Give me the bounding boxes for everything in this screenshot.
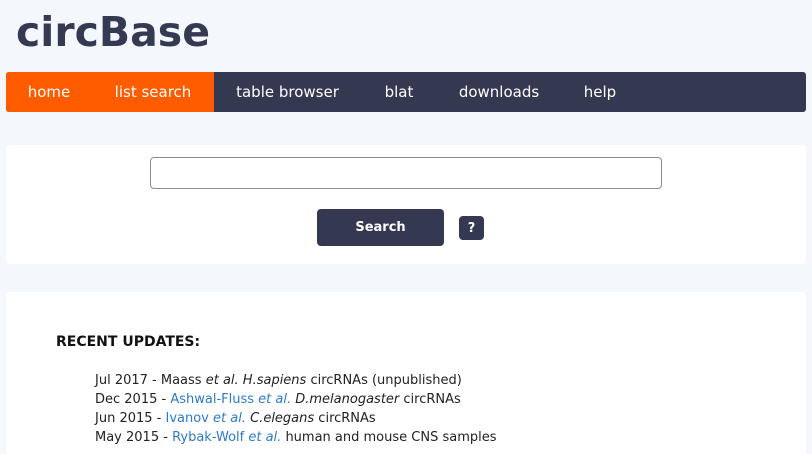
main-navbar: home list search table browser blat down… bbox=[6, 72, 806, 112]
update-etal: et al. bbox=[201, 373, 239, 388]
update-date: Dec 2015 bbox=[95, 392, 158, 407]
update-etal: et al. bbox=[208, 411, 246, 426]
recent-updates-panel: RECENT UPDATES: Jul 2017 - Maass et al. … bbox=[6, 292, 806, 454]
update-description: circRNAs bbox=[314, 411, 376, 426]
update-item: May 2015 - Rybak-Wolf et al. human and m… bbox=[95, 428, 497, 447]
recent-updates-list: Jul 2017 - Maass et al. H.sapiens circRN… bbox=[95, 371, 497, 447]
nav-item-home[interactable]: home bbox=[6, 72, 92, 112]
site-logo[interactable]: circBase bbox=[16, 6, 210, 58]
update-separator: - bbox=[152, 411, 166, 426]
nav-item-table-browser[interactable]: table browser bbox=[214, 72, 361, 112]
update-author: Rybak-Wolf bbox=[172, 430, 245, 445]
update-etal: et al. bbox=[244, 430, 282, 445]
search-input[interactable] bbox=[150, 157, 662, 189]
update-species: C.elegans bbox=[250, 411, 315, 426]
recent-updates-title: RECENT UPDATES: bbox=[56, 334, 201, 350]
update-separator: - bbox=[147, 373, 161, 388]
nav-item-list-search[interactable]: list search bbox=[92, 72, 214, 112]
update-author: Ivanov bbox=[165, 411, 209, 426]
update-item: Jun 2015 - Ivanov et al. C.elegans circR… bbox=[95, 409, 497, 428]
update-author: Ashwal-Fluss bbox=[170, 392, 255, 407]
update-date: Jun 2015 bbox=[95, 411, 153, 426]
update-author-link[interactable]: Ivanov et al. bbox=[166, 411, 246, 426]
update-item: Dec 2015 - Ashwal-Fluss et al. D.melanog… bbox=[95, 390, 497, 409]
search-panel: Search ? bbox=[6, 145, 806, 264]
nav-item-blat[interactable]: blat bbox=[361, 72, 437, 112]
nav-item-downloads[interactable]: downloads bbox=[437, 72, 561, 112]
update-description: circRNAs (unpublished) bbox=[306, 373, 462, 388]
update-author: Maass bbox=[160, 373, 202, 388]
nav-item-help[interactable]: help bbox=[561, 72, 639, 112]
update-date: Jul 2017 bbox=[95, 373, 148, 388]
search-help-button[interactable]: ? bbox=[459, 216, 484, 240]
update-date: May 2015 bbox=[95, 430, 160, 445]
update-author-link[interactable]: Ashwal-Fluss et al. bbox=[170, 392, 291, 407]
update-author-link[interactable]: Rybak-Wolf et al. bbox=[172, 430, 281, 445]
update-item: Jul 2017 - Maass et al. H.sapiens circRN… bbox=[95, 371, 497, 390]
update-species: H.sapiens bbox=[242, 373, 307, 388]
update-etal: et al. bbox=[254, 392, 292, 407]
update-description: human and mouse CNS samples bbox=[281, 430, 497, 445]
search-button[interactable]: Search bbox=[317, 209, 444, 246]
update-species: D.melanogaster bbox=[295, 392, 400, 407]
update-separator: - bbox=[159, 430, 173, 445]
page: circBase home list search table browser … bbox=[0, 0, 812, 454]
update-description: circRNAs bbox=[399, 392, 461, 407]
update-separator: - bbox=[157, 392, 171, 407]
